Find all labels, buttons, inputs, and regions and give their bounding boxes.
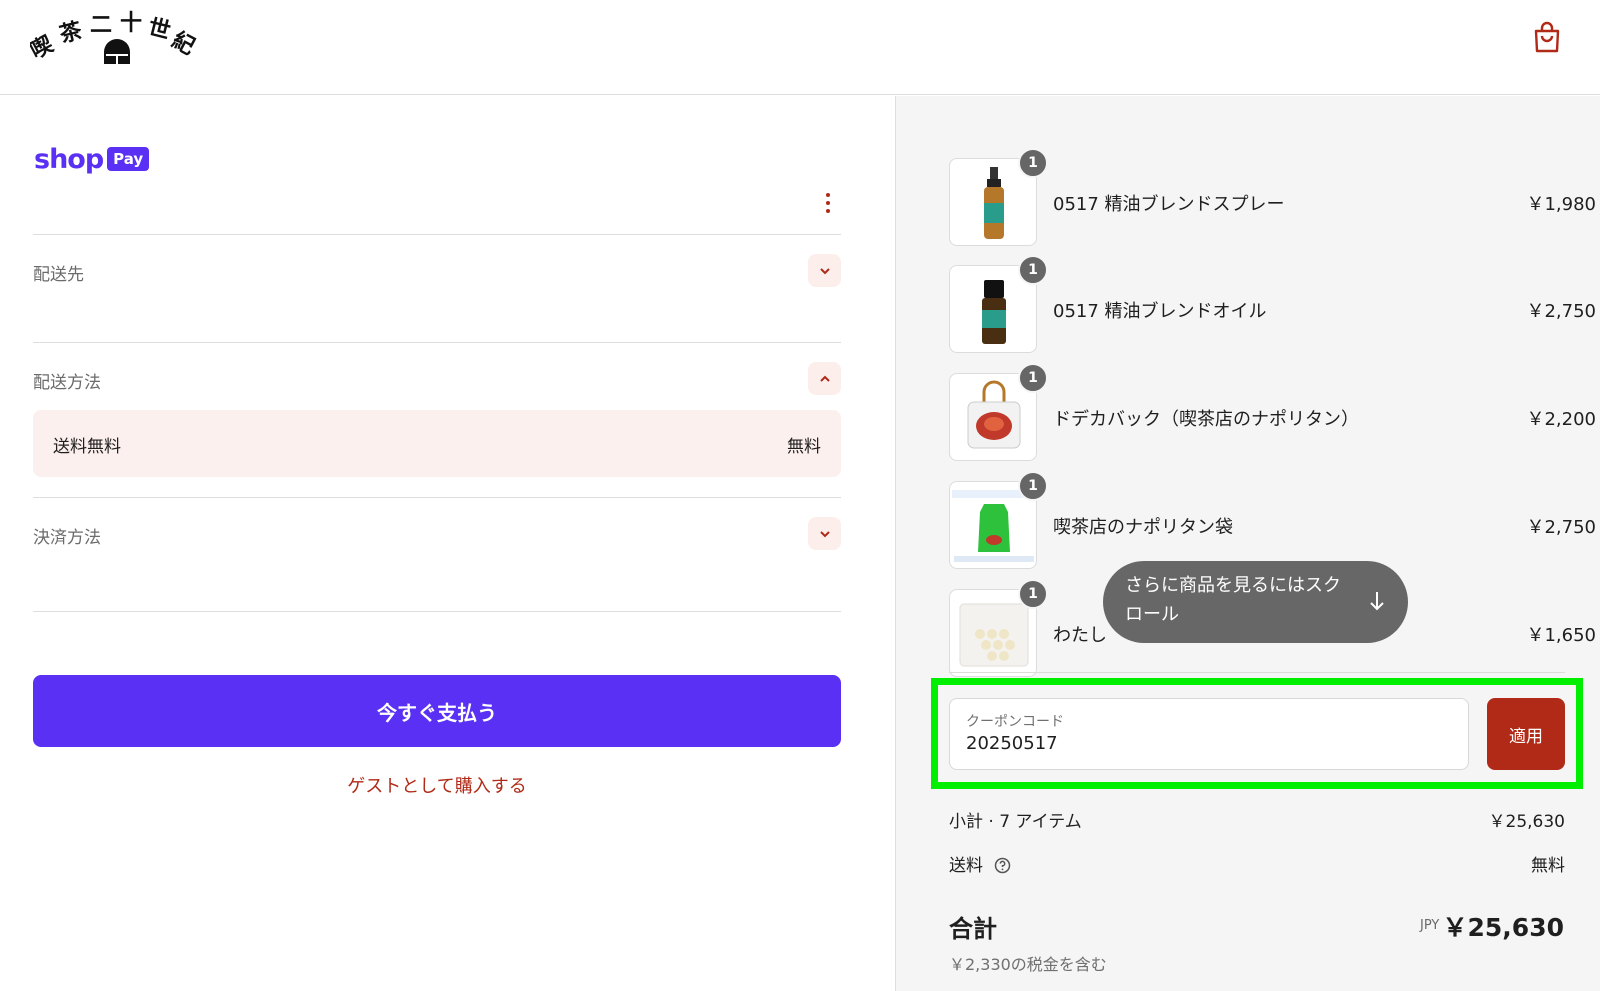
total-amount: ￥25,630 (1442, 913, 1564, 942)
quantity-badge: 1 (1018, 363, 1048, 393)
coupon-field-value: 20250517 (966, 733, 1058, 754)
divider (33, 611, 841, 612)
shop-pay-badge: Pay (107, 147, 150, 171)
cart-item-name: 0517 精油ブレンドオイル (1053, 301, 1267, 322)
cart-item-name: 0517 精油ブレンドスプレー (1053, 194, 1285, 215)
coupon-code-field[interactable]: クーポンコード 20250517 (949, 698, 1469, 770)
divider (33, 342, 841, 343)
order-summary-panel: 1 0517 精油ブレンドスプレー ￥1,980 1 0517 精油ブレンドオイ… (895, 96, 1600, 991)
cart-item-name: 喫茶店のナポリタン袋 (1053, 517, 1233, 538)
chevron-down-icon (819, 267, 830, 274)
shipping-value: 無料 (1531, 856, 1565, 876)
shipping-option-name: 送料無料 (53, 437, 121, 457)
svg-text:二: 二 (90, 12, 112, 38)
subtotal-label: 小計 · 7 アイテム (949, 812, 1082, 832)
scroll-tip-text: さらに商品を見るにはスクロール (1125, 575, 1341, 625)
chevron-up-icon (819, 375, 830, 382)
shipping-option-free[interactable]: 送料無料 無料 (33, 410, 841, 477)
total-label: 合計 (949, 915, 997, 943)
cart-item: 1 ドデカバック（喫茶店のナポリタン） ￥2,200 (949, 363, 1596, 463)
shipping-address-toggle[interactable] (808, 254, 841, 287)
shipping-option-price: 無料 (787, 437, 821, 457)
shop-pay-shop-word: shop (34, 143, 104, 175)
svg-text:十: 十 (120, 10, 142, 36)
subtotal-value: ￥25,630 (1488, 812, 1565, 832)
arrow-down-icon (1370, 592, 1384, 611)
quantity-badge: 1 (1018, 579, 1048, 609)
shipping-row: 送料 無料 (949, 851, 1565, 876)
total-currency: JPY (1420, 918, 1440, 933)
payment-method-toggle[interactable] (808, 517, 841, 550)
cart-item-name: わたし (1053, 625, 1107, 646)
apply-coupon-button[interactable]: 適用 (1487, 698, 1565, 770)
cart-item-name: ドデカバック（喫茶店のナポリタン） (1053, 409, 1359, 430)
shipping-method-toggle[interactable] (808, 362, 841, 395)
site-header: 喫 茶 二 十 世 紀 (0, 0, 1600, 95)
coupon-field-label: クーポンコード (966, 714, 1064, 730)
cart-item-price: ￥1,650 (1526, 625, 1596, 646)
shipping-method-label: 配送方法 (33, 373, 101, 393)
cart-item-price: ￥2,750 (1526, 301, 1596, 322)
divider (949, 672, 1565, 673)
help-icon[interactable] (994, 857, 1011, 874)
cart-item: 1 喫茶店のナポリタン袋 ￥2,750 (949, 471, 1596, 571)
cart-item: 1 0517 精油ブレンドスプレー ￥1,980 (949, 148, 1596, 248)
scroll-for-more-tooltip[interactable]: さらに商品を見るにはスクロール (1103, 561, 1408, 643)
cart-item-price: ￥2,200 (1526, 409, 1596, 430)
pay-now-button[interactable]: 今すぐ支払う (33, 675, 841, 747)
chevron-down-icon (819, 530, 830, 537)
tax-note: ￥2,330の税金を含む (949, 955, 1107, 974)
svg-text:茶: 茶 (57, 17, 86, 48)
payment-method-label: 決済方法 (33, 528, 101, 548)
svg-text:喫: 喫 (30, 31, 58, 65)
shipping-address-label: 配送先 (33, 265, 84, 285)
subtotal-row: 小計 · 7 アイテム ￥25,630 (949, 807, 1565, 832)
divider (33, 234, 841, 235)
vertical-ellipsis-icon[interactable] (822, 190, 834, 218)
shopping-bag-icon[interactable] (1532, 20, 1562, 54)
quantity-badge: 1 (1018, 471, 1048, 501)
cart-item-price: ￥1,980 (1526, 194, 1596, 215)
guest-checkout-link[interactable]: ゲストとして購入する (33, 772, 841, 798)
cart-item: 1 0517 精油ブレンドオイル ￥2,750 (949, 255, 1596, 355)
svg-text:世: 世 (145, 14, 173, 45)
cart-item-price: ￥2,750 (1526, 517, 1596, 538)
checkout-form-panel: shop Pay 配送先 配送方法 送料無料 無料 決済方法 今すぐ支払う ゲス… (0, 96, 894, 991)
shop-pay-logo: shop Pay (34, 143, 150, 175)
divider (33, 497, 841, 498)
svg-text:紀: 紀 (168, 27, 200, 60)
quantity-badge: 1 (1018, 255, 1048, 285)
shipping-label: 送料 (949, 856, 983, 876)
quantity-badge: 1 (1018, 148, 1048, 178)
store-logo[interactable]: 喫 茶 二 十 世 紀 (30, 6, 210, 70)
